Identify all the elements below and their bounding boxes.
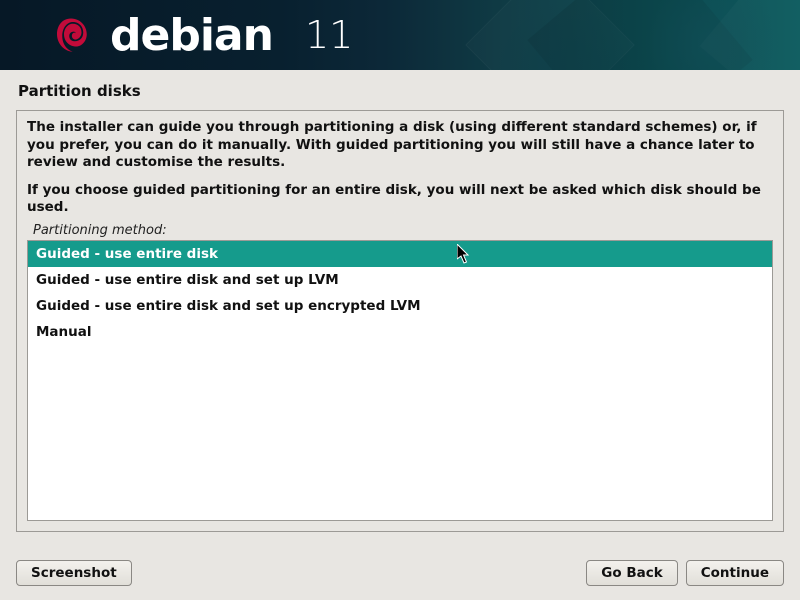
page-title: Partition disks (0, 70, 800, 108)
debian-swirl-icon (50, 15, 92, 57)
field-label: Partitioning method: (27, 223, 773, 240)
partition-option[interactable]: Guided - use entire disk and set up encr… (28, 293, 772, 319)
partition-option[interactable]: Guided - use entire disk (28, 241, 772, 267)
installer-banner: debian 11 (0, 0, 800, 70)
partitioning-method-list[interactable]: Guided - use entire diskGuided - use ent… (27, 240, 773, 521)
content-panel: The installer can guide you through part… (16, 110, 784, 532)
banner-decoration (527, 0, 752, 70)
screenshot-button[interactable]: Screenshot (16, 560, 132, 586)
banner-decoration (465, 0, 635, 70)
button-row: Screenshot Go Back Continue (16, 560, 784, 586)
banner-decoration (700, 0, 800, 70)
logo-area: debian 11 (50, 10, 353, 61)
partition-option[interactable]: Manual (28, 319, 772, 345)
partition-option[interactable]: Guided - use entire disk and set up LVM (28, 267, 772, 293)
go-back-button[interactable]: Go Back (586, 560, 677, 586)
continue-button[interactable]: Continue (686, 560, 784, 586)
brand-version: 11 (305, 13, 353, 57)
instruction-paragraph-1: The installer can guide you through part… (27, 119, 773, 172)
instruction-paragraph-2: If you choose guided partitioning for an… (27, 182, 773, 217)
brand-name: debian (110, 10, 273, 61)
